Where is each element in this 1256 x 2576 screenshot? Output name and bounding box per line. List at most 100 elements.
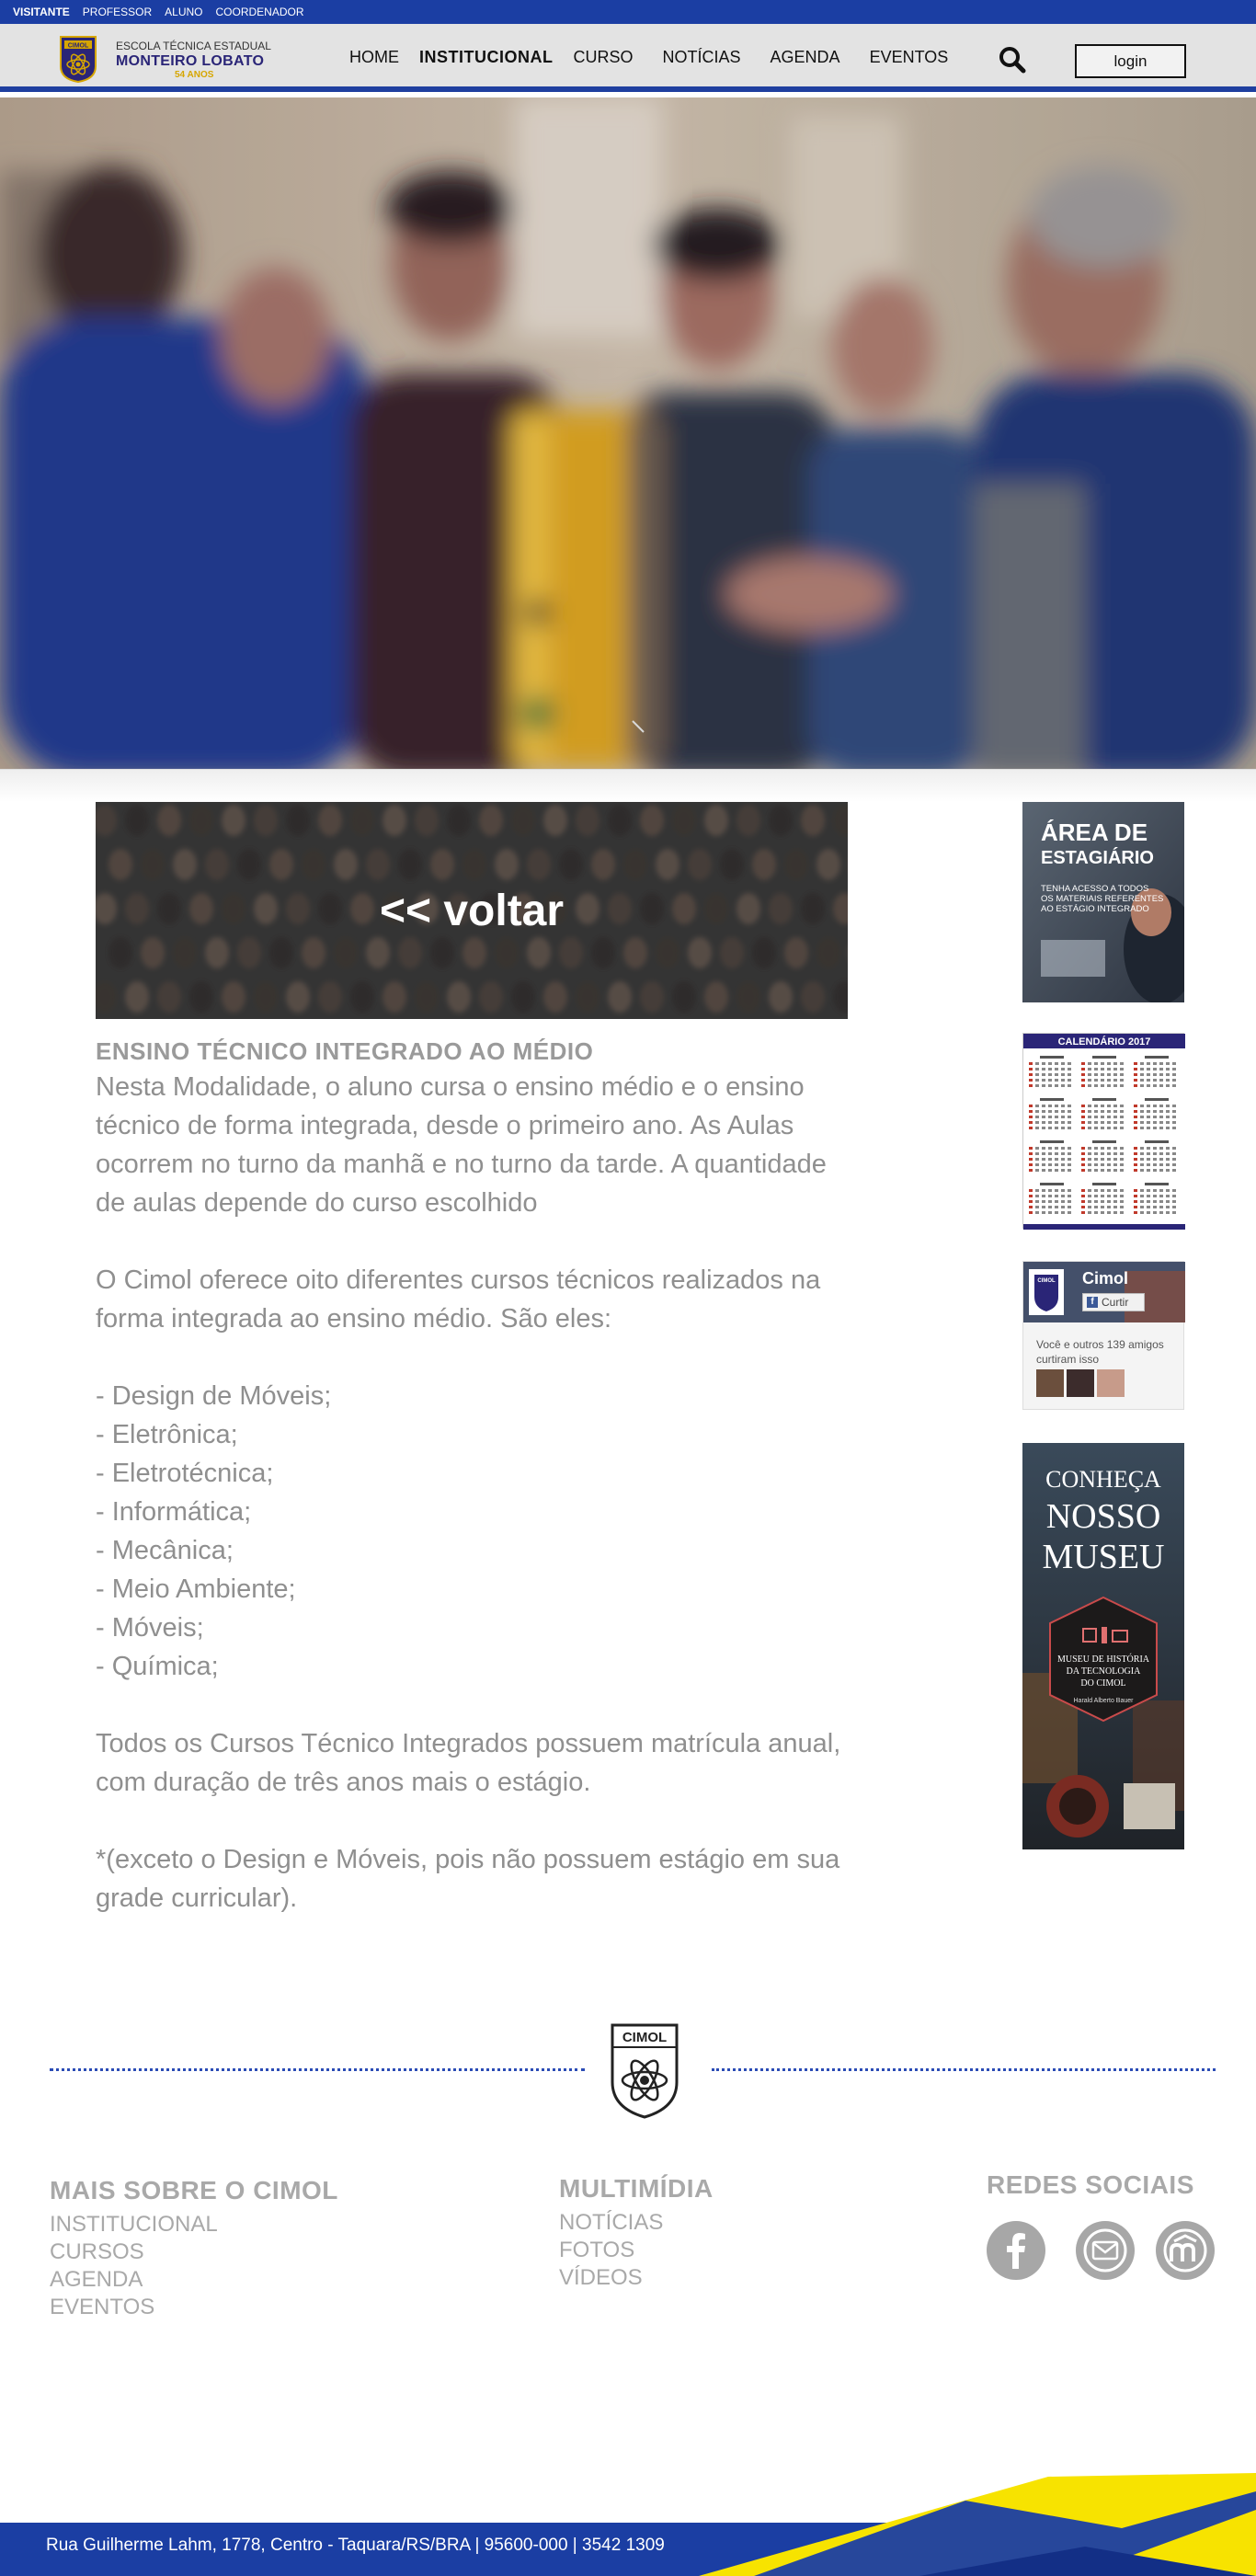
calendar-month-header [1092,1183,1116,1185]
calendar-banner[interactable]: CALENDÁRIO 2017 [1022,1033,1185,1230]
user-type-bar: VISITANTE PROFESSOR ALUNO COORDENADOR [0,0,1256,24]
school-logo[interactable]: CIMOL [59,35,97,83]
footer-logo[interactable]: CIMOL [609,2021,680,2119]
calendar-day [1147,1127,1150,1129]
calendar-day [1081,1105,1085,1107]
calendar-day [1061,1068,1065,1070]
intern-area-banner[interactable]: ÁREA DE ESTAGIÁRIO TENHA ACESSO A TODOS … [1022,802,1184,1002]
calendar-day [1042,1147,1045,1150]
calendar-day [1101,1062,1104,1065]
calendar-day [1147,1121,1150,1124]
footer-link-videos[interactable]: VÍDEOS [559,2264,714,2292]
article-duration: Todos os Cursos Técnico Integrados possu… [96,1729,841,1797]
avatar[interactable] [1067,1369,1094,1397]
user-type-professor[interactable]: PROFESSOR [83,6,152,18]
calendar-day [1042,1195,1045,1197]
calendar-day [1166,1121,1170,1124]
nav-home[interactable]: HOME [349,48,399,67]
calendar-day [1172,1195,1176,1197]
calendar-day [1120,1195,1124,1197]
calendar-day [1153,1105,1157,1107]
nav-institucional[interactable]: INSTITUCIONAL [419,48,554,67]
avatar[interactable] [1097,1369,1125,1397]
facebook-like-button[interactable]: f Curtir [1082,1293,1145,1311]
calendar-day [1094,1079,1098,1082]
nav-noticias[interactable]: NOTÍCIAS [663,48,741,67]
calendar-day [1048,1127,1052,1129]
facebook-link[interactable] [987,2221,1045,2280]
calendar-day [1172,1116,1176,1118]
museum-banner[interactable]: CONHEÇA NOSSO MUSEU MUSEU DE HISTÓRIA DA… [1022,1443,1184,1849]
calendar-day [1061,1195,1065,1197]
calendar-day [1172,1189,1176,1192]
calendar-day [1035,1116,1039,1118]
search-icon[interactable] [999,46,1026,74]
calendar-day [1048,1189,1052,1192]
calendar-day [1153,1127,1157,1129]
calendar-day [1042,1073,1045,1076]
museum-line-2: NOSSO [1046,1497,1161,1536]
nav-curso[interactable]: CURSO [574,48,634,67]
facebook-page-name[interactable]: Cimol [1082,1269,1128,1288]
email-link[interactable] [1076,2221,1135,2280]
calendar-day [1134,1127,1137,1129]
calendar-day [1140,1158,1144,1161]
calendar-day [1120,1211,1124,1214]
calendar-day [1159,1105,1163,1107]
facebook-widget[interactable]: CIMOL Cimol f Curtir Você e outros 139 a… [1022,1261,1185,1410]
museum-line-3: MUSEU [1042,1538,1164,1576]
hero-divider [0,769,1256,802]
calendar-day [1048,1158,1052,1161]
calendar-day [1061,1127,1065,1129]
calendar-day [1035,1079,1039,1082]
calendar-day [1068,1084,1071,1087]
calendar-day [1172,1068,1176,1070]
footer-link-fotos[interactable]: FOTOS [559,2237,714,2264]
calendar-day [1159,1084,1163,1087]
museum-badge-3: DO CIMOL [1080,1678,1125,1689]
calendar-day [1134,1163,1137,1166]
nav-eventos[interactable]: EVENTOS [870,48,949,67]
calendar-day [1035,1127,1039,1129]
footer-link-cursos[interactable]: CURSOS [50,2238,338,2266]
calendar-day [1134,1158,1137,1161]
calendar-day [1101,1068,1104,1070]
login-button[interactable]: login [1075,44,1186,78]
calendar-day [1166,1068,1170,1070]
footer-link-agenda[interactable]: AGENDA [50,2266,338,2294]
nav-agenda[interactable]: AGENDA [771,48,840,67]
calendar-day [1094,1169,1098,1172]
back-banner[interactable]: << voltar [96,802,848,1019]
calendar-day [1081,1127,1085,1129]
calendar-day [1101,1169,1104,1172]
calendar-day [1147,1169,1150,1172]
calendar-day [1153,1189,1157,1192]
avatar[interactable] [1036,1369,1064,1397]
calendar-day [1172,1079,1176,1082]
calendar-day [1035,1189,1039,1192]
calendar-day [1140,1121,1144,1124]
calendar-day [1107,1152,1111,1155]
calendar-day [1140,1152,1144,1155]
calendar-day [1055,1062,1058,1065]
calendar-day [1101,1116,1104,1118]
calendar-day [1134,1116,1137,1118]
back-link[interactable]: << voltar [96,802,848,1019]
school-anniversary: 54 ANOS [175,70,214,81]
calendar-day [1172,1206,1176,1208]
footer-col-multimedia-title: MULTIMÍDIA [559,2174,714,2203]
user-type-visitante[interactable]: VISITANTE [13,6,70,18]
user-type-aluno[interactable]: ALUNO [165,6,202,18]
moodle-link[interactable] [1156,2221,1215,2280]
footer-link-institucional[interactable]: INSTITUCIONAL [50,2211,338,2238]
calendar-day [1081,1073,1085,1076]
calendar-day [1055,1079,1058,1082]
calendar-day [1134,1195,1137,1197]
user-type-coordenador[interactable]: COORDENADOR [215,6,303,18]
footer-link-noticias[interactable]: NOTÍCIAS [559,2209,714,2237]
calendar-day [1153,1147,1157,1150]
footer-link-eventos[interactable]: EVENTOS [50,2294,338,2321]
footer-col-multimedia: MULTIMÍDIA NOTÍCIAS FOTOS VÍDEOS [559,2174,714,2292]
course-item: - Móveis; [96,1613,204,1643]
course-item: - Meio Ambiente; [96,1574,296,1604]
